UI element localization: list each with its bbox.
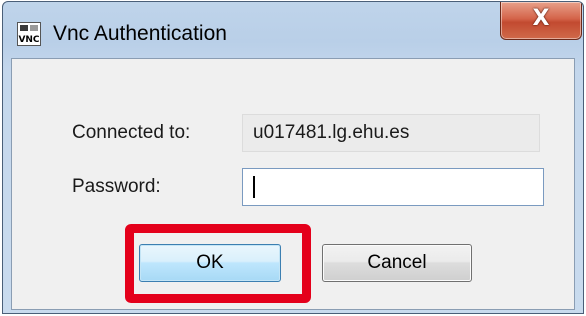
password-label: Password: (72, 176, 161, 197)
vnc-authentication-dialog: VNC Vnc Authentication X Connected to: u… (2, 1, 584, 314)
close-button[interactable]: X (500, 2, 582, 40)
dialog-body: Connected to: u017481.lg.ehu.es Password… (11, 58, 575, 310)
svg-text:VNC: VNC (18, 35, 39, 45)
vnc-app-icon: VNC (17, 22, 41, 46)
text-caret (253, 176, 255, 198)
cancel-button[interactable]: Cancel (322, 244, 472, 282)
window-title: Vnc Authentication (53, 22, 227, 45)
ok-button[interactable]: OK (139, 244, 281, 282)
password-input[interactable] (242, 168, 544, 206)
close-icon: X (532, 6, 550, 31)
connected-to-label: Connected to: (72, 122, 191, 143)
connected-to-value: u017481.lg.ehu.es (242, 114, 540, 152)
title-bar[interactable]: VNC Vnc Authentication X (3, 2, 583, 46)
